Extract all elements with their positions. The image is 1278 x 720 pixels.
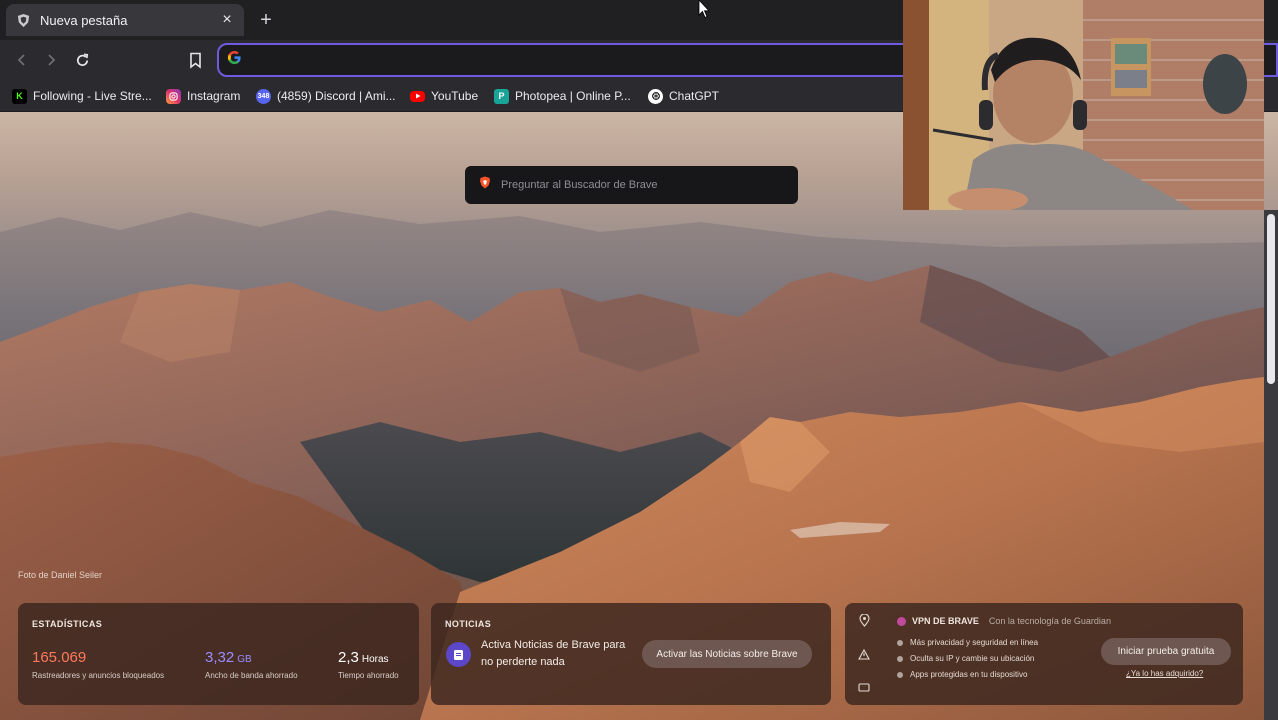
stat-trackers: 165.069 Rastreadores y anuncios bloquead… — [32, 649, 164, 680]
location-pin-icon[interactable] — [856, 612, 872, 628]
start-trial-button[interactable]: Iniciar prueba gratuita — [1101, 638, 1231, 665]
bullet-icon — [897, 671, 903, 678]
bookmark-discord[interactable]: 348 (4859) Discord | Ami... — [256, 86, 396, 106]
bookmark-instagram[interactable]: Instagram — [166, 86, 240, 106]
kick-icon: K — [12, 88, 27, 104]
search-placeholder: Preguntar al Buscador de Brave — [501, 179, 658, 191]
bookmark-chatgpt[interactable]: ChatGPT — [648, 86, 719, 106]
stats-card: ESTADÍSTICAS 165.069 Rastreadores y anun… — [18, 603, 419, 705]
vpn-logo-icon — [897, 616, 906, 626]
brave-search-box[interactable]: Preguntar al Buscador de Brave — [465, 166, 798, 204]
vpn-feature: Oculta su IP y cambie su ubicación — [897, 654, 1034, 663]
stat-unit: Horas — [361, 654, 389, 665]
activate-news-button[interactable]: Activar las Noticias sobre Brave — [642, 640, 812, 668]
stat-caption: Rastreadores y anuncios bloqueados — [32, 671, 165, 680]
vpn-feature: Apps protegidas en tu dispositivo — [897, 670, 1027, 679]
stat-unit: GB — [237, 654, 252, 665]
vpn-header: VPN DE BRAVE Con la tecnología de Guardi… — [897, 616, 1111, 626]
screen-icon[interactable] — [856, 680, 872, 696]
youtube-icon — [410, 90, 425, 102]
bullet-icon — [897, 639, 903, 646]
bookmark-photopea[interactable]: P Photopea | Online P... — [494, 86, 631, 106]
page-scrollbar[interactable] — [1264, 210, 1278, 720]
scrollbar-thumb[interactable] — [1267, 214, 1275, 384]
stat-value: 3,32 — [205, 649, 235, 666]
bookmark-label: Following - Live Stre... — [33, 89, 152, 103]
webcam-overlay — [903, 0, 1264, 210]
vpn-feature-label: Apps protegidas en tu dispositivo — [910, 670, 1028, 679]
stat-caption: Tiempo ahorrado — [338, 671, 399, 680]
bookmark-youtube[interactable]: YouTube — [410, 86, 478, 106]
tab-new-tab[interactable]: Nueva pestaña × — [6, 4, 244, 36]
bookmark-icon[interactable] — [184, 49, 206, 71]
vpn-feature-label: Más privacidad y seguridad en línea — [910, 638, 1039, 647]
chevron-left-icon[interactable] — [11, 49, 33, 71]
tab-title: Nueva pestaña — [40, 12, 128, 28]
bookmark-label: Photopea | Online P... — [515, 89, 631, 103]
news-description: Activa Noticias de Brave para no perdert… — [481, 639, 626, 668]
mouse-cursor-icon — [698, 0, 710, 24]
bookmark-label: ChatGPT — [669, 89, 720, 103]
chevron-right-icon[interactable] — [40, 49, 62, 71]
already-purchased-link[interactable]: ¿Ya lo has adquirido? — [1126, 669, 1203, 678]
brave-shield-icon — [14, 11, 32, 29]
photo-credit[interactable]: Foto de Daniel Seiler — [18, 570, 102, 580]
stat-value: 2,3 — [338, 649, 359, 666]
reload-icon[interactable] — [71, 49, 93, 71]
bullet-icon — [897, 655, 903, 662]
vpn-title: VPN DE BRAVE — [912, 616, 979, 626]
stat-time: 2,3 Horas Tiempo ahorrado — [338, 649, 399, 680]
instagram-icon — [166, 88, 181, 104]
news-icon — [446, 642, 471, 667]
bookmark-kick[interactable]: K Following - Live Stre... — [12, 86, 152, 106]
close-tab-icon[interactable]: × — [218, 11, 236, 29]
stats-header: ESTADÍSTICAS — [32, 619, 103, 629]
chatgpt-icon — [648, 88, 663, 104]
bookmark-label: (4859) Discord | Ami... — [277, 89, 396, 103]
warning-icon[interactable] — [856, 646, 872, 662]
google-icon — [227, 50, 242, 70]
webcam-person-image — [903, 0, 1264, 210]
stat-value: 165.069 — [32, 649, 87, 666]
discord-icon: 348 — [256, 88, 271, 104]
bookmark-label: Instagram — [187, 89, 241, 103]
new-tab-button[interactable]: + — [255, 8, 277, 32]
bookmark-label: YouTube — [431, 89, 479, 103]
brave-lion-icon — [479, 176, 491, 194]
photopea-icon: P — [494, 88, 509, 104]
stat-caption: Ancho de banda ahorrado — [205, 671, 298, 680]
vpn-feature: Más privacidad y seguridad en línea — [897, 638, 1038, 647]
vpn-feature-label: Oculta su IP y cambie su ubicación — [910, 654, 1035, 663]
stat-bandwidth: 3,32 GB Ancho de banda ahorrado — [205, 649, 298, 680]
vpn-tech-note: Con la tecnología de Guardian — [988, 616, 1111, 626]
news-header: NOTICIAS — [445, 619, 492, 629]
